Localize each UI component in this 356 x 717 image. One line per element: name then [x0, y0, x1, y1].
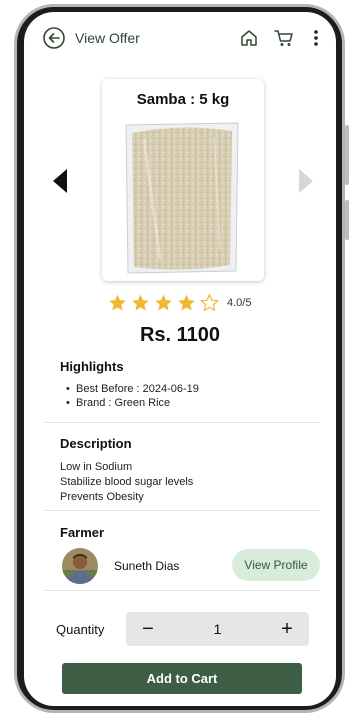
star-filled-icon	[178, 294, 195, 311]
description-line: Low in Sodium	[60, 461, 133, 473]
view-profile-button[interactable]: View Profile	[232, 549, 320, 581]
highlight-text: Best Before : 2024-06-19	[76, 383, 199, 395]
farmer-avatar[interactable]	[62, 548, 98, 584]
bullet-icon: •	[66, 397, 70, 409]
product-price: Rs. 1100	[139, 324, 221, 346]
decrease-quantity-button[interactable]: −	[130, 612, 166, 646]
highlights-heading: Highlights	[60, 359, 124, 374]
next-image-arrow-icon[interactable]	[298, 168, 314, 194]
quantity-stepper: − 1 +	[126, 612, 309, 646]
app-screen: View Offer Samba : 5 kg 4.0/5 Rs. 1100 H…	[24, 12, 336, 706]
farmer-heading: Farmer	[60, 525, 105, 540]
product-name: Samba : 5 kg	[136, 91, 230, 108]
cart-icon[interactable]	[273, 28, 295, 48]
highlights-list: • Best Before : 2024-06-19 • Brand : Gre…	[66, 382, 199, 410]
page-title: View Offer	[75, 30, 140, 46]
section-divider	[44, 422, 320, 423]
home-icon[interactable]	[239, 28, 259, 48]
person-avatar-icon	[62, 548, 98, 584]
phone-side-button	[345, 200, 349, 240]
rice-bag-image	[125, 122, 239, 274]
star-filled-icon	[155, 294, 172, 311]
bullet-icon: •	[66, 383, 70, 395]
quantity-label: Quantity	[56, 622, 105, 637]
star-empty-icon	[200, 294, 219, 312]
description-line: Prevents Obesity	[60, 491, 144, 503]
top-bar: View Offer	[24, 24, 336, 54]
description-heading: Description	[60, 436, 132, 451]
add-to-cart-button[interactable]: Add to Cart	[62, 663, 302, 694]
phone-side-button	[345, 125, 349, 185]
section-divider	[44, 510, 320, 511]
quantity-value: 1	[213, 621, 222, 637]
more-vertical-icon[interactable]	[311, 28, 321, 48]
description-text: Low in Sodium Stabilize blood sugar leve…	[60, 460, 193, 505]
list-item: • Brand : Green Rice	[66, 396, 199, 410]
back-arrow-icon[interactable]	[42, 26, 66, 50]
star-filled-icon	[109, 294, 126, 311]
star-filled-icon	[132, 294, 149, 311]
list-item: • Best Before : 2024-06-19	[66, 382, 199, 396]
previous-image-arrow-icon[interactable]	[52, 168, 68, 194]
description-line: Stabilize blood sugar levels	[60, 476, 194, 488]
product-image-card: Samba : 5 kg	[102, 79, 264, 281]
rating-value: 4.0/5	[227, 297, 252, 309]
section-divider	[44, 590, 320, 591]
highlight-text: Brand : Green Rice	[76, 397, 171, 409]
farmer-name: Suneth Dias	[114, 559, 180, 573]
increase-quantity-button[interactable]: +	[269, 612, 305, 646]
product-rating: 4.0/5	[107, 291, 251, 315]
